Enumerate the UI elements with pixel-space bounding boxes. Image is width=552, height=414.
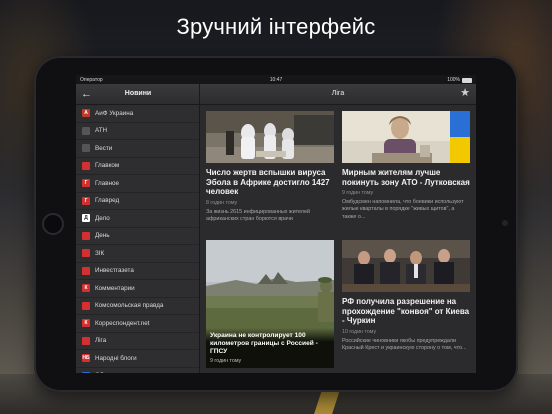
sidebar-item[interactable]: Вести: [76, 140, 199, 158]
sidebar-item-label: Ліга: [95, 337, 107, 345]
sidebar-item-label: Инвестгазета: [95, 267, 134, 275]
korr-icon: К: [82, 319, 90, 328]
sidebar-item[interactable]: ЗІК: [76, 245, 199, 263]
battery-icon: [462, 77, 472, 83]
sidebar-title: Новини: [124, 90, 152, 97]
sidebar-item[interactable]: А АиФ Украина: [76, 105, 199, 123]
card-headline: Число жертв вспышки вируса Эбола в Африк…: [206, 168, 330, 196]
sidebar-item-label: Корреспондент.net: [95, 319, 150, 327]
card-time: 9 годин тому: [210, 358, 242, 364]
rss-icon: [82, 126, 90, 135]
app-screen: Оператор 10:47 100% ← Новини А АиФ Украин…: [76, 75, 476, 373]
news-card-ebola[interactable]: Число жертв вспышки вируса Эбола в Африк…: [206, 111, 334, 223]
news-card-border[interactable]: Украина не контролирует 100 километров г…: [206, 240, 334, 368]
card-time: 8 годин тому: [206, 199, 238, 206]
sources-sidebar: ← Новини А АиФ Украина АТН Вести Главком Г Гла…: [76, 84, 200, 373]
sidebar-item[interactable]: Комсомольская правда: [76, 298, 199, 315]
card-headline: РФ получила разрешение на прохождение "к…: [342, 297, 470, 325]
sidebar-item-label: Дело: [95, 214, 110, 222]
den-icon: [82, 231, 90, 240]
promo-title: Зручний інтерфейс: [176, 14, 376, 39]
kp-icon: [82, 301, 90, 310]
sidebar-item[interactable]: Главком: [76, 158, 199, 175]
status-bar: Оператор 10:47 100%: [76, 75, 476, 84]
sidebar-header: ← Новини: [76, 84, 199, 105]
sidebar-item-label: День: [95, 232, 110, 240]
camera-dot: [502, 220, 508, 226]
news-source-title: Ліга: [331, 90, 345, 97]
news-card-churkin[interactable]: РФ получила разрешение на прохождение "к…: [342, 240, 470, 352]
sources-list: А АиФ Украина АТН Вести Главком Г Главное Г Глав…: [76, 105, 199, 373]
border-photo: Украина не контролирует 100 километров г…: [206, 240, 334, 368]
sidebar-item-label: Комсомольская правда: [95, 302, 164, 310]
sidebar-item[interactable]: Д Дело: [76, 210, 199, 228]
card-summary: За жизнь 2615 инфицированных жителей афр…: [206, 208, 310, 222]
sidebar-item-label: Народні блоги: [95, 354, 137, 362]
liga-icon: [82, 336, 90, 345]
glavnoe-icon: Г: [82, 179, 90, 188]
nb-icon: НБ: [82, 354, 90, 363]
sidebar-item-label: АТН: [95, 127, 108, 135]
delo-icon: Д: [82, 214, 90, 223]
ipad-frame: Оператор 10:47 100% ← Новини А АиФ Украин…: [34, 56, 518, 392]
card-headline: Украина не контролирует 100 километров г…: [210, 332, 318, 355]
status-time: 10:47: [269, 77, 283, 83]
invest-icon: [82, 266, 90, 275]
news-header: Ліга ★: [200, 84, 476, 105]
card-headline: Мирным жителям лучше покинуть зону АТО -…: [342, 168, 470, 187]
battery-indicator: 100%: [447, 77, 472, 83]
news-card-lutkovska[interactable]: Мирным жителям лучше покинуть зону АТО -…: [342, 111, 470, 221]
lutkovska-photo: [342, 111, 470, 163]
news-panel: Ліга ★ Число жертв вспышки вируса Эбола …: [200, 84, 476, 373]
sidebar-item[interactable]: День: [76, 228, 199, 245]
sidebar-item-label: АиФ Украина: [95, 109, 134, 117]
sidebar-item[interactable]: Инвестгазета: [76, 263, 199, 280]
churkin-photo: [342, 240, 470, 292]
card-summary: Омбудсмен напомнила, что боевики использ…: [342, 199, 464, 220]
sidebar-item[interactable]: К Комментарии: [76, 280, 199, 298]
obozr-icon: [82, 371, 90, 373]
vesti-icon: [82, 144, 90, 153]
zik-icon: [82, 249, 90, 258]
komment-icon: К: [82, 284, 90, 293]
sidebar-item[interactable]: Обозреватель: [76, 368, 199, 373]
battery-percent: 100%: [447, 77, 460, 83]
card-caption-overlay: Украина не контролирует 100 километров г…: [206, 328, 334, 368]
ebola-photo: [206, 111, 334, 163]
sidebar-item[interactable]: АТН: [76, 123, 199, 140]
sidebar-item-label: Главком: [95, 162, 120, 170]
aif-icon: А: [82, 109, 90, 118]
sidebar-item[interactable]: Г Главное: [76, 175, 199, 193]
home-button[interactable]: [42, 213, 64, 235]
sidebar-item[interactable]: Г Главред: [76, 193, 199, 210]
sidebar-item[interactable]: НБ Народні блоги: [76, 350, 199, 368]
sidebar-item-label: Обозреватель: [95, 372, 137, 373]
card-time: 10 годин тому: [342, 328, 377, 335]
card-summary: Российские чиновники якобы предупреждали…: [342, 337, 467, 351]
glavcom-icon: [82, 161, 90, 170]
sidebar-item-label: Вести: [95, 144, 113, 152]
sidebar-item-label: Главное: [95, 179, 120, 187]
sidebar-item-label: Главред: [95, 197, 120, 205]
card-time: 9 годин тому: [342, 190, 374, 196]
sidebar-item[interactable]: К Корреспондент.net: [76, 315, 199, 333]
sidebar-item-label: Комментарии: [95, 284, 135, 292]
favorite-star-icon[interactable]: ★: [460, 87, 470, 99]
sidebar-item[interactable]: Ліга: [76, 333, 199, 350]
glavred-icon: Г: [82, 196, 90, 205]
sidebar-item-label: ЗІК: [95, 249, 105, 257]
